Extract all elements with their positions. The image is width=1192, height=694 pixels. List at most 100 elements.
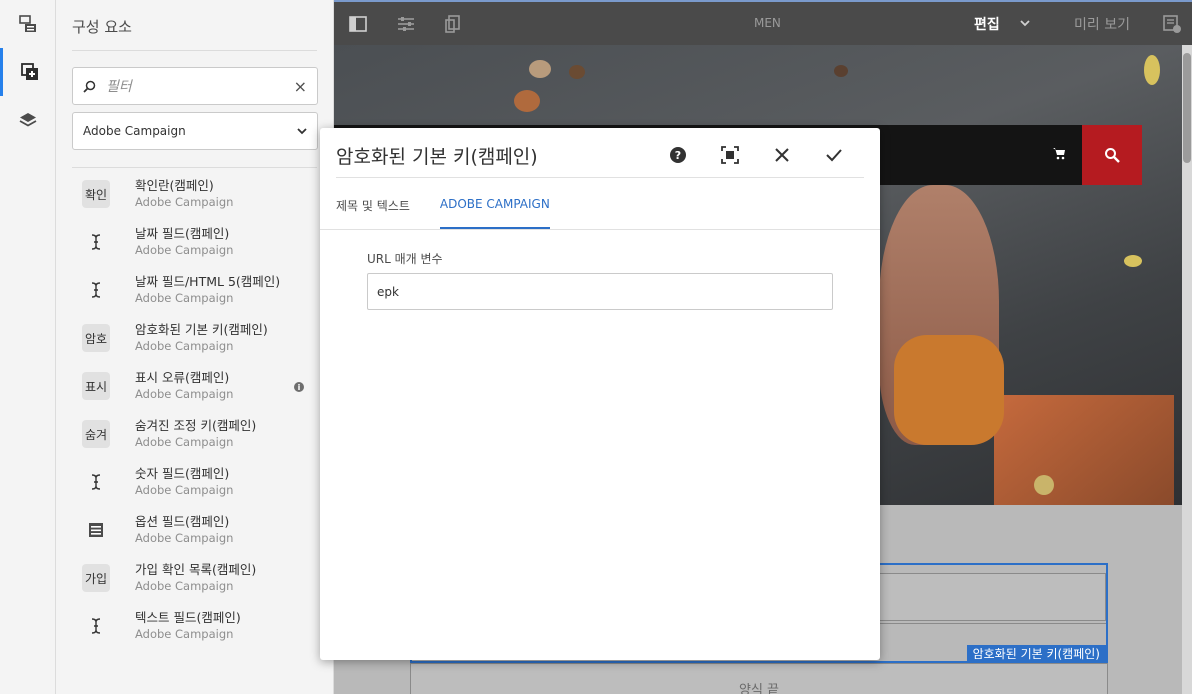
component-text: 숨겨진 조정 키(캠페인) Adobe Campaign	[135, 418, 256, 450]
component-group: Adobe Campaign	[135, 291, 234, 305]
dialog-title: 암호화된 기본 키(캠페인)	[336, 146, 538, 168]
divider	[72, 50, 317, 51]
help-icon: ?	[670, 147, 686, 163]
filter-input[interactable]: 필터 ×	[72, 67, 318, 105]
divider	[336, 177, 864, 178]
component-name: 옵션 필드(캠페인)	[135, 514, 230, 529]
component-name: 가입 확인 목록(캠페인)	[135, 562, 257, 577]
divider	[320, 229, 880, 230]
component-item[interactable]: 텍스트 필드(캠페인) Adobe Campaign	[72, 602, 318, 650]
page-title: MEN	[754, 16, 781, 30]
url-param-label: URL 매개 변수	[367, 252, 443, 266]
component-list: 확인 확인란(캠페인) Adobe Campaign 날짜 필드(캠페인) Adobe …	[72, 170, 318, 650]
info-icon[interactable]: i	[294, 382, 304, 392]
component-item[interactable]: 암호 암호화된 기본 키(캠페인) Adobe Campaign	[72, 314, 318, 362]
side-panel-toggle-icon[interactable]	[348, 14, 368, 34]
search-icon	[1105, 148, 1120, 163]
page-tree-button[interactable]	[0, 0, 56, 48]
component-text: 표시 오류(캠페인) Adobe Campaign	[135, 370, 233, 402]
svg-text:?: ?	[675, 149, 681, 162]
form-footer-label: 양식 끝	[738, 683, 779, 694]
chevron-down-icon[interactable]	[1020, 20, 1030, 27]
side-rail	[0, 0, 56, 694]
form-footer[interactable]: 양식 끝	[410, 663, 1108, 694]
component-name: 표시 오류(캠페인)	[135, 370, 230, 385]
component-item[interactable]: 옵션 필드(캠페인) Adobe Campaign	[72, 506, 318, 554]
help-button[interactable]: ?	[652, 143, 704, 167]
divider	[72, 167, 317, 168]
component-name: 숫자 필드(캠페인)	[135, 466, 230, 481]
cart-icon[interactable]	[1052, 146, 1066, 160]
text-cursor-icon	[82, 468, 110, 496]
done-button[interactable]	[808, 143, 860, 167]
text-cursor-icon	[82, 612, 110, 640]
fullscreen-button[interactable]	[704, 143, 756, 167]
text-cursor-icon	[82, 228, 110, 256]
component-group: Adobe Campaign	[135, 531, 234, 545]
component-item[interactable]: 날짜 필드/HTML 5(캠페인) Adobe Campaign	[72, 266, 318, 314]
close-button[interactable]	[756, 143, 808, 167]
component-item[interactable]: 날짜 필드(캠페인) Adobe Campaign	[72, 218, 318, 266]
panel-title: 구성 요소	[72, 18, 132, 36]
layers-button[interactable]	[0, 96, 56, 144]
editor-toolbar: MEN 편집 미리 보기	[334, 0, 1192, 45]
properties-icon[interactable]	[396, 14, 416, 34]
component-item[interactable]: 숫자 필드(캠페인) Adobe Campaign	[72, 458, 318, 506]
component-text: 날짜 필드(캠페인) Adobe Campaign	[135, 226, 233, 258]
component-item[interactable]: 표시 표시 오류(캠페인) Adobe Campaign i	[72, 362, 318, 410]
component-name: 확인란(캠페인)	[135, 178, 214, 193]
emulator-icon[interactable]	[444, 14, 464, 34]
component-dialog: 암호화된 기본 키(캠페인) ? 제목 및 텍스트 ADOBE CAMPAIGN…	[320, 128, 880, 660]
component-name: 날짜 필드(캠페인)	[135, 226, 230, 241]
component-abbr-icon: 표시	[82, 372, 110, 400]
preview-button[interactable]: 미리 보기	[1074, 14, 1130, 34]
component-abbr-icon: 가입	[82, 564, 110, 592]
chevron-down-icon	[297, 127, 307, 134]
fullscreen-icon	[721, 146, 739, 164]
layers-icon	[19, 113, 37, 127]
text-cursor-icon	[82, 276, 110, 304]
component-text: 암호화된 기본 키(캠페인) Adobe Campaign	[135, 322, 268, 354]
component-group: Adobe Campaign	[135, 483, 234, 497]
component-name: 암호화된 기본 키(캠페인)	[135, 322, 268, 337]
group-select-value: Adobe Campaign	[83, 124, 186, 138]
edit-mode-button[interactable]: 편집	[974, 14, 1000, 34]
dialog-tabs: 제목 및 텍스트 ADOBE CAMPAIGN	[336, 183, 580, 229]
component-group: Adobe Campaign	[135, 195, 234, 209]
site-search-button[interactable]	[1082, 125, 1142, 185]
component-text: 확인란(캠페인) Adobe Campaign	[135, 178, 233, 210]
annotations-icon[interactable]	[1162, 14, 1182, 34]
component-item[interactable]: 가입 가입 확인 목록(캠페인) Adobe Campaign	[72, 554, 318, 602]
clear-icon[interactable]: ×	[294, 77, 307, 96]
page-tree-icon	[19, 15, 36, 32]
components-panel: 구성 요소 필터 × Adobe Campaign 확인 확인란(캠페인) Adob…	[56, 0, 334, 694]
components-icon	[20, 63, 38, 80]
close-icon	[775, 148, 789, 162]
component-text: 가입 확인 목록(캠페인) Adobe Campaign	[135, 562, 256, 594]
component-group: Adobe Campaign	[135, 243, 234, 257]
component-item[interactable]: 확인 확인란(캠페인) Adobe Campaign	[72, 170, 318, 218]
component-name: 날짜 필드/HTML 5(캠페인)	[135, 274, 281, 289]
component-group: Adobe Campaign	[135, 579, 234, 593]
filter-placeholder: 필터	[106, 79, 132, 95]
list-icon	[82, 516, 110, 544]
component-group: Adobe Campaign	[135, 627, 234, 641]
component-group: Adobe Campaign	[135, 339, 234, 353]
component-label: 암호화된 기본 키(캠페인)	[966, 645, 1106, 663]
component-name: 텍스트 필드(캠페인)	[135, 610, 241, 625]
components-button[interactable]	[0, 48, 56, 96]
tab-adobe-campaign[interactable]: ADOBE CAMPAIGN	[439, 183, 550, 229]
component-text: 숫자 필드(캠페인) Adobe Campaign	[135, 466, 233, 498]
tab-title-text[interactable]: 제목 및 텍스트	[336, 183, 410, 229]
component-text: 날짜 필드/HTML 5(캠페인) Adobe Campaign	[135, 274, 280, 306]
component-abbr-icon: 암호	[82, 324, 110, 352]
search-icon	[83, 80, 96, 93]
component-group: Adobe Campaign	[135, 435, 234, 449]
component-abbr-icon: 숨겨	[82, 420, 110, 448]
component-item[interactable]: 숨겨 숨겨진 조정 키(캠페인) Adobe Campaign	[72, 410, 318, 458]
page-scrollbar[interactable]	[1182, 45, 1192, 694]
group-select[interactable]: Adobe Campaign	[72, 112, 318, 150]
component-text: 옵션 필드(캠페인) Adobe Campaign	[135, 514, 233, 546]
url-param-input[interactable]	[367, 273, 833, 310]
component-abbr-icon: 확인	[82, 180, 110, 208]
